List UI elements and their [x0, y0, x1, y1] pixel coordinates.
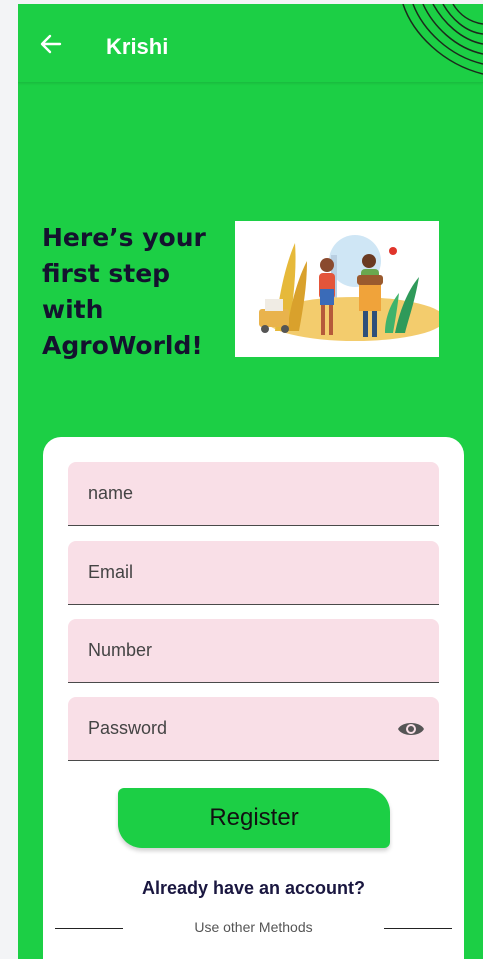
number-field[interactable]: Number [68, 619, 439, 683]
app-bar: Krishi [18, 4, 483, 83]
email-field-placeholder: Email [88, 562, 134, 582]
farmers-illustration [235, 221, 445, 357]
eye-icon[interactable] [397, 718, 425, 740]
arrow-left-icon[interactable] [40, 34, 62, 54]
login-link[interactable]: Already have an account? [43, 878, 464, 899]
hero-headline: Here’s your first step with AgroWorld! [42, 223, 206, 360]
app-screen: Krishi Here’s your first step with AgroW… [18, 4, 483, 959]
email-field[interactable]: Email [68, 541, 439, 605]
farmers-illustration-image [259, 235, 445, 341]
other-methods-divider: Use other Methods [43, 919, 464, 939]
divider-line-right [384, 928, 452, 929]
register-card: name Email Number Password Register Alre… [43, 437, 464, 959]
name-field-placeholder: name [88, 483, 134, 503]
name-field[interactable]: name [68, 462, 439, 526]
register-button[interactable]: Register [118, 788, 390, 848]
other-methods-label: Use other Methods [194, 919, 313, 935]
number-field-placeholder: Number [88, 640, 153, 660]
app-title: Krishi [106, 34, 169, 59]
password-field-placeholder: Password [88, 718, 168, 738]
password-field[interactable]: Password [68, 697, 439, 761]
